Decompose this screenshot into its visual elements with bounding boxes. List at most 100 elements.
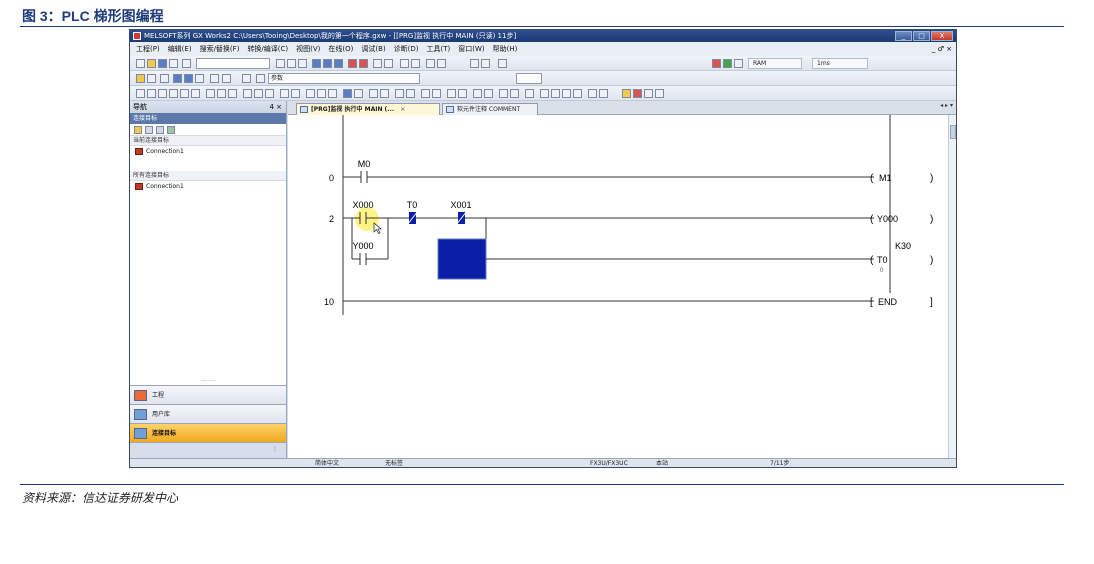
new-connection-icon[interactable] (134, 126, 142, 134)
find-device-icon[interactable] (222, 74, 231, 83)
pin-close-icon[interactable]: 4 × (269, 101, 282, 113)
open-folder-icon[interactable] (147, 59, 156, 68)
falling-edge-icon[interactable] (254, 89, 263, 98)
search-icon[interactable] (655, 89, 664, 98)
statement-icon[interactable] (317, 89, 326, 98)
fbd-icon[interactable] (573, 89, 582, 98)
selection-combo[interactable] (196, 58, 270, 69)
sfc-icon[interactable] (551, 89, 560, 98)
zoom-out-icon[interactable] (411, 59, 420, 68)
binoculars-icon[interactable] (256, 74, 265, 83)
label-icon[interactable] (540, 89, 549, 98)
mdi-controls[interactable]: _ ♂ × (932, 42, 952, 56)
buffer-icon[interactable] (599, 89, 608, 98)
copy-connection-icon[interactable] (145, 126, 153, 134)
window-tile-icon[interactable] (437, 59, 446, 68)
columns-icon[interactable] (481, 59, 490, 68)
st-icon[interactable] (562, 89, 571, 98)
line-vertical-icon[interactable] (217, 89, 226, 98)
cross-ref-icon[interactable] (195, 74, 204, 83)
copy-icon[interactable] (287, 59, 296, 68)
watch-view-icon[interactable] (184, 74, 193, 83)
note-icon[interactable] (328, 89, 337, 98)
parallel-open-icon[interactable] (158, 89, 167, 98)
verify-plc-icon[interactable] (334, 59, 343, 68)
read-plc-icon[interactable] (312, 59, 321, 68)
line-horizontal-icon[interactable] (206, 89, 215, 98)
menu-diagnostics[interactable]: 诊断(D) (394, 42, 419, 56)
device-batch-icon[interactable] (369, 89, 378, 98)
menu-debug[interactable]: 调试(B) (361, 42, 385, 56)
options-icon[interactable]: ⋮ (272, 446, 278, 453)
step-relay-icon[interactable] (432, 89, 441, 98)
timer-icon[interactable] (380, 89, 389, 98)
menu-project[interactable]: 工程(P) (136, 42, 160, 56)
new-file-icon[interactable] (136, 59, 145, 68)
clock-icon[interactable] (242, 74, 251, 83)
special-relay-icon[interactable] (421, 89, 430, 98)
open-contact-icon[interactable] (136, 89, 145, 98)
monitor-start-icon[interactable] (348, 59, 357, 68)
scroll-thumb[interactable] (950, 125, 956, 139)
replace-icon[interactable] (384, 59, 393, 68)
secondary-combo[interactable] (516, 73, 542, 84)
ladder-diagram[interactable]: 0 M0 ( M1 ) 2 X000 T0 X001 (Y000) Y000… (288, 115, 948, 458)
ladder-mode-icon[interactable] (343, 89, 352, 98)
minimize-button[interactable]: _ (895, 31, 912, 41)
cut-icon[interactable] (276, 59, 285, 68)
delete-line-icon[interactable] (228, 89, 237, 98)
menu-help[interactable]: 帮助(H) (493, 42, 518, 56)
counter-icon[interactable] (395, 89, 404, 98)
pause-icon[interactable] (734, 59, 743, 68)
instruction-icon[interactable] (191, 89, 200, 98)
menu-edit[interactable]: 编辑(E) (168, 42, 192, 56)
nav-tab-user-library[interactable]: 用户库 (130, 404, 286, 423)
pulse-icon[interactable] (265, 89, 274, 98)
menu-online[interactable]: 在线(O) (328, 42, 353, 56)
layout-icon[interactable] (426, 59, 435, 68)
filter-icon[interactable] (210, 74, 219, 83)
device-icon[interactable] (588, 89, 597, 98)
stop-icon[interactable] (712, 59, 721, 68)
tab-main-program[interactable]: [PRG]监视 执行中 MAIN (... × (296, 103, 440, 115)
coil-icon[interactable] (180, 89, 189, 98)
macro-icon[interactable] (458, 89, 467, 98)
online-change-icon[interactable] (510, 89, 519, 98)
function-icon[interactable] (447, 89, 456, 98)
all-connection-item[interactable]: Connection1 (130, 181, 286, 192)
maximize-button[interactable]: □ (913, 31, 930, 41)
monitor-stop-icon[interactable] (359, 59, 368, 68)
write-plc-icon[interactable] (323, 59, 332, 68)
project-view-icon[interactable] (136, 74, 145, 83)
current-connection-item[interactable]: Connection1 (130, 146, 286, 157)
menu-view[interactable]: 视图(V) (296, 42, 320, 56)
find-icon[interactable] (373, 59, 382, 68)
simulation-icon[interactable] (499, 89, 508, 98)
operation-icon[interactable] (291, 89, 300, 98)
menu-find-replace[interactable]: 搜索/替换(F) (200, 42, 240, 56)
tab-scroll-arrows[interactable]: ◂ ▸ ▾ (940, 102, 953, 109)
undo-icon[interactable] (182, 59, 191, 68)
delete-connection-icon[interactable] (156, 126, 164, 134)
parameter-combo[interactable]: 参数 (268, 73, 420, 84)
list-mode-icon[interactable] (354, 89, 363, 98)
block-icon[interactable] (525, 89, 534, 98)
nav-tab-project[interactable]: 工程 (130, 385, 286, 404)
closed-contact-icon[interactable] (147, 89, 156, 98)
menu-window[interactable]: 窗口(W) (458, 42, 484, 56)
close-button[interactable]: X (931, 31, 953, 41)
connection-settings-icon[interactable] (167, 126, 175, 134)
vertical-scrollbar[interactable] (948, 115, 956, 458)
monitor-view-icon[interactable] (173, 74, 182, 83)
rising-edge-icon[interactable] (243, 89, 252, 98)
menu-tools[interactable]: 工具(T) (427, 42, 451, 56)
program-list-icon[interactable] (147, 74, 156, 83)
parallel-closed-icon[interactable] (169, 89, 178, 98)
print-icon[interactable] (169, 59, 178, 68)
close-tab-icon[interactable]: × (400, 106, 405, 113)
grid-icon[interactable] (470, 59, 479, 68)
comment-icon[interactable] (306, 89, 315, 98)
step-icon[interactable] (498, 59, 507, 68)
convert-all-icon[interactable] (484, 89, 493, 98)
monitor-mode-icon[interactable] (622, 89, 631, 98)
